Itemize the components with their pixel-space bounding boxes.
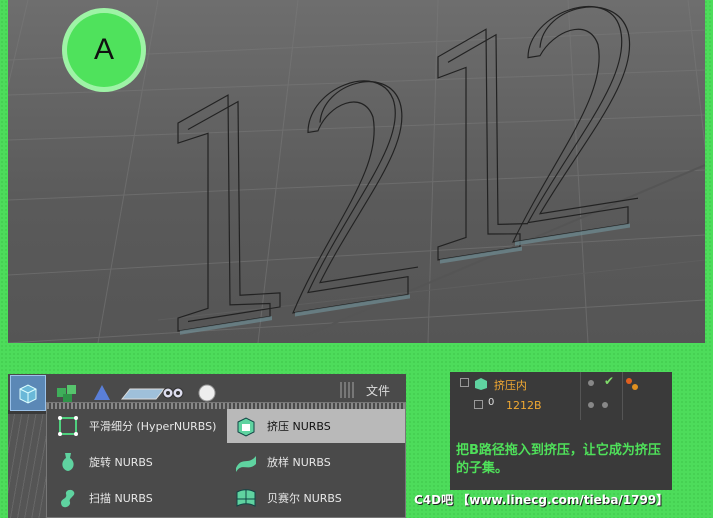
extrude-nurbs-icon	[233, 413, 259, 439]
menu-item-loft-nurbs[interactable]: 放样 NURBS	[227, 445, 405, 479]
collapse-toggle[interactable]	[474, 400, 483, 409]
nurbs-dropdown: 平滑细分 (HyperNURBS) 挤压 NURBS 旋转 NURBS 放样 N…	[46, 402, 406, 518]
object-name: 1212B	[506, 399, 542, 412]
cube-icon	[19, 384, 37, 404]
render-dot[interactable]	[602, 402, 608, 408]
file-menu[interactable]: 文件	[366, 382, 390, 399]
object-manager: 挤压内 ✔ 0 1212B 把B路径拖入到挤压，让它成为挤压的子集。	[450, 372, 672, 490]
hypernurbs-icon	[55, 413, 81, 439]
instruction-note: 把B路径拖入到挤压，让它成为挤压的子集。	[456, 443, 661, 476]
visibility-dot[interactable]	[588, 402, 594, 408]
object-row-spline[interactable]: 0 1212B	[450, 396, 672, 416]
tag-icon[interactable]	[632, 384, 638, 390]
menu-item-lathe-nurbs[interactable]: 旋转 NURBS	[49, 445, 225, 479]
cubes-icon	[57, 385, 76, 403]
tag-icon[interactable]	[626, 378, 632, 384]
checkmark-icon[interactable]: ✔	[604, 374, 614, 388]
camera-icon	[162, 387, 184, 399]
loft-nurbs-icon	[233, 449, 259, 475]
spline-icon: 0	[488, 397, 495, 408]
bezier-nurbs-icon	[233, 485, 259, 511]
deformer-icon	[94, 385, 110, 400]
menu-item-sweep-nurbs[interactable]: 扫描 NURBS	[49, 481, 225, 515]
menu-item-label: 放样 NURBS	[267, 456, 331, 469]
panel-grip[interactable]	[340, 382, 356, 398]
menu-item-bezier-nurbs[interactable]: 贝赛尔 NURBS	[227, 481, 405, 515]
menu-item-label: 挤压 NURBS	[267, 420, 331, 433]
extrude-object-icon	[474, 376, 488, 395]
nurbs-menu-panel: 文件 平滑细分 (HyperNURBS) 挤压 NURBS 旋转 NURBS 放…	[8, 374, 406, 518]
menu-item-hypernurbs[interactable]: 平滑细分 (HyperNURBS)	[49, 409, 225, 443]
viewport-edge	[8, 414, 46, 518]
object-name: 挤压内	[494, 379, 527, 392]
sweep-nurbs-icon	[55, 485, 81, 511]
collapse-toggle[interactable]	[460, 378, 469, 387]
nurbs-tool-button[interactable]	[10, 375, 46, 411]
menu-item-label: 旋转 NURBS	[89, 456, 153, 469]
menu-item-extrude-nurbs[interactable]: 挤压 NURBS	[227, 409, 405, 443]
step-badge: A	[62, 8, 146, 92]
menu-item-label: 平滑细分 (HyperNURBS)	[89, 420, 217, 433]
watermark: C4D吧 【www.linecg.com/tieba/1799】	[414, 493, 669, 507]
3d-viewport[interactable]: A	[8, 0, 705, 343]
object-row-extrude[interactable]: 挤压内 ✔	[450, 374, 672, 394]
visibility-dot[interactable]	[588, 380, 594, 386]
light-icon	[198, 384, 216, 402]
menu-item-label: 贝赛尔 NURBS	[267, 492, 342, 505]
step-letter: A	[67, 13, 141, 87]
lathe-nurbs-icon	[55, 449, 81, 475]
menu-item-label: 扫描 NURBS	[89, 492, 153, 505]
